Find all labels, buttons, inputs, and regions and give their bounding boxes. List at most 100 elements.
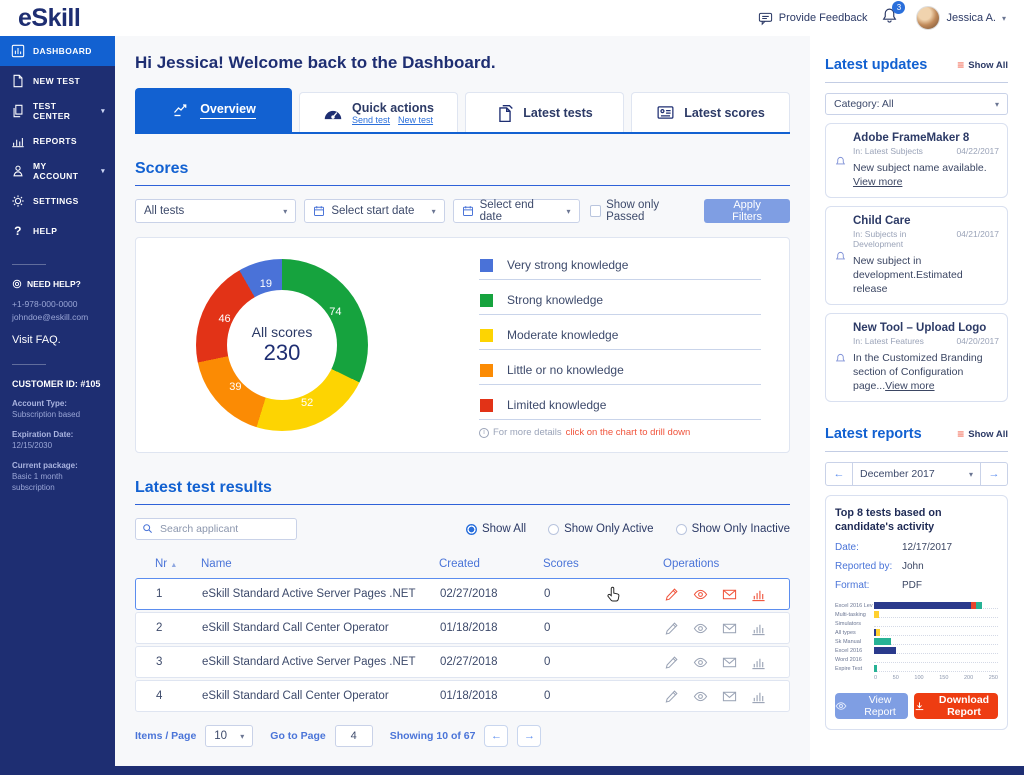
lifebuoy-icon [12, 279, 22, 289]
prev-month-button[interactable]: ← [826, 463, 853, 485]
donut-value-label: 46 [218, 313, 231, 326]
calendar-icon [462, 205, 474, 217]
radio-show-only-inactive[interactable]: Show Only Inactive [675, 523, 790, 535]
chevron-down-icon: ▾ [1001, 13, 1006, 23]
scores-donut-chart[interactable]: All scores 230 74 52 39 46 19 [196, 259, 368, 431]
stats-icon[interactable] [751, 655, 766, 670]
need-help-block: NEED HELP? +1-978-000-0000 johndoe@eskil… [0, 279, 115, 346]
tests-filter-select[interactable]: All tests ▾ [135, 199, 297, 223]
category-select[interactable]: Category: All ▾ [825, 93, 1008, 115]
eye-icon[interactable] [693, 587, 708, 602]
tab-overview[interactable]: Overview [135, 88, 292, 132]
prev-page-button[interactable]: ← [484, 725, 509, 747]
table-row[interactable]: 1 eSkill Standard Active Server Pages .N… [135, 578, 790, 610]
edit-icon[interactable] [664, 621, 679, 636]
stats-icon[interactable] [751, 621, 766, 636]
view-report-button[interactable]: View Report [835, 693, 909, 719]
sidebar-item-settings[interactable]: SETTINGS [0, 186, 115, 216]
view-more-link[interactable]: View more [885, 380, 934, 392]
start-date-select[interactable]: Select start date ▾ [304, 199, 445, 223]
send-test-link[interactable]: Send test [352, 115, 390, 125]
email-icon[interactable] [722, 587, 737, 602]
eye-icon[interactable] [693, 655, 708, 670]
user-menu[interactable]: Jessica A. ▾ [916, 6, 1006, 30]
eye-icon[interactable] [693, 621, 708, 636]
notifications-button[interactable]: 3 [881, 1, 906, 29]
end-date-value: Select end date [479, 199, 534, 223]
col-scores[interactable]: Scores [543, 558, 605, 570]
latest-updates-header: Latest updates ≡ Show All [825, 57, 1008, 83]
tab-latest-scores[interactable]: Latest scores [631, 92, 790, 132]
new-test-icon [11, 74, 25, 88]
drill-down-link[interactable]: click on the chart to drill down [566, 427, 691, 438]
passed-checkbox-label: Show only Passed [606, 199, 660, 223]
radio-show-all[interactable]: Show All [465, 523, 526, 535]
eye-icon[interactable] [693, 689, 708, 704]
updates-show-all-button[interactable]: ≡ Show All [957, 59, 1008, 71]
col-name[interactable]: Name [201, 558, 439, 570]
row-created: 02/27/2018 [440, 588, 498, 600]
sidebar-item-label: NEW TEST [33, 76, 81, 86]
support-email[interactable]: johndoe@eskill.com [12, 311, 105, 324]
sidebar: DASHBOARD NEW TEST TEST CENTER ▾ REPORTS… [0, 36, 115, 775]
legend-swatch [480, 363, 493, 377]
col-created[interactable]: Created [439, 558, 543, 570]
update-card[interactable]: New Tool – Upload Logo In: Latest Featur… [825, 313, 1008, 402]
update-card[interactable]: Child Care In: Subjects in Development 0… [825, 206, 1008, 305]
next-page-button[interactable]: → [517, 725, 542, 747]
edit-icon[interactable] [664, 587, 679, 602]
row-created: 02/27/2018 [440, 656, 498, 668]
sidebar-item-my-account[interactable]: MY ACCOUNT ▾ [0, 156, 115, 186]
footer-bar [0, 766, 1024, 775]
email-icon[interactable] [722, 621, 737, 636]
stats-icon[interactable] [751, 689, 766, 704]
radio-show-only-active[interactable]: Show Only Active [548, 523, 654, 535]
sidebar-item-new-test[interactable]: NEW TEST [0, 66, 115, 96]
tab-latest-tests[interactable]: Latest tests [465, 92, 624, 132]
row-name: eSkill Standard Active Server Pages .NET [202, 656, 416, 668]
donut-center-value: 230 [263, 340, 301, 365]
update-title: Adobe FrameMaker 8 [853, 132, 970, 144]
mini-chart-row: Multi-tasking [835, 610, 998, 619]
row-nr: 4 [156, 690, 163, 702]
update-card[interactable]: Adobe FrameMaker 8 In: Latest Subjects 0… [825, 123, 1008, 198]
apply-filters-button[interactable]: Apply Filters [704, 199, 790, 223]
speedometer-icon [323, 104, 343, 121]
month-value: December 2017 [860, 468, 935, 480]
table-row[interactable]: 2 eSkill Standard Call Center Operator 0… [135, 612, 790, 644]
sidebar-item-reports[interactable]: REPORTS [0, 126, 115, 156]
end-date-select[interactable]: Select end date ▾ [452, 199, 580, 223]
month-select[interactable]: December 2017 ▾ [853, 463, 980, 485]
provide-feedback-button[interactable]: Provide Feedback [758, 11, 867, 26]
download-report-button[interactable]: Download Report [914, 693, 998, 719]
reports-show-all-button[interactable]: ≡ Show All [957, 428, 1008, 440]
email-icon[interactable] [722, 655, 737, 670]
edit-icon[interactable] [664, 689, 679, 704]
search-input[interactable] [135, 518, 297, 540]
table-row[interactable]: 4 eSkill Standard Call Center Operator 0… [135, 680, 790, 712]
sidebar-item-dashboard[interactable]: DASHBOARD [0, 36, 115, 66]
sidebar-item-help[interactable]: ? HELP [0, 216, 115, 246]
edit-icon[interactable] [664, 655, 679, 670]
items-per-page-select[interactable]: 10 ▾ [205, 725, 254, 747]
document-icon [496, 104, 514, 122]
sidebar-item-test-center[interactable]: TEST CENTER ▾ [0, 96, 115, 126]
row-operations [664, 655, 766, 670]
tab-quick-actions[interactable]: Quick actions Send test New test [299, 92, 458, 132]
legend-label: Little or no knowledge [507, 363, 624, 377]
email-icon[interactable] [722, 689, 737, 704]
stats-icon[interactable] [751, 587, 766, 602]
update-title: New Tool – Upload Logo [853, 322, 987, 334]
next-month-button[interactable]: → [980, 463, 1007, 485]
view-more-link[interactable]: View more [853, 176, 902, 188]
visit-faq-link[interactable]: Visit FAQ. [12, 334, 105, 346]
table-row[interactable]: 3 eSkill Standard Active Server Pages .N… [135, 646, 790, 678]
chart-note-text: For more details [493, 427, 562, 438]
passed-checkbox[interactable] [589, 205, 602, 217]
content: Hi Jessica! Welcome back to the Dashboar… [115, 36, 1024, 775]
legend-swatch [480, 258, 493, 272]
col-nr[interactable]: Nr ▲ [155, 558, 201, 570]
show-only-passed[interactable]: Show only Passed [589, 199, 697, 223]
new-test-link[interactable]: New test [398, 115, 433, 125]
goto-page-input[interactable] [334, 725, 373, 747]
